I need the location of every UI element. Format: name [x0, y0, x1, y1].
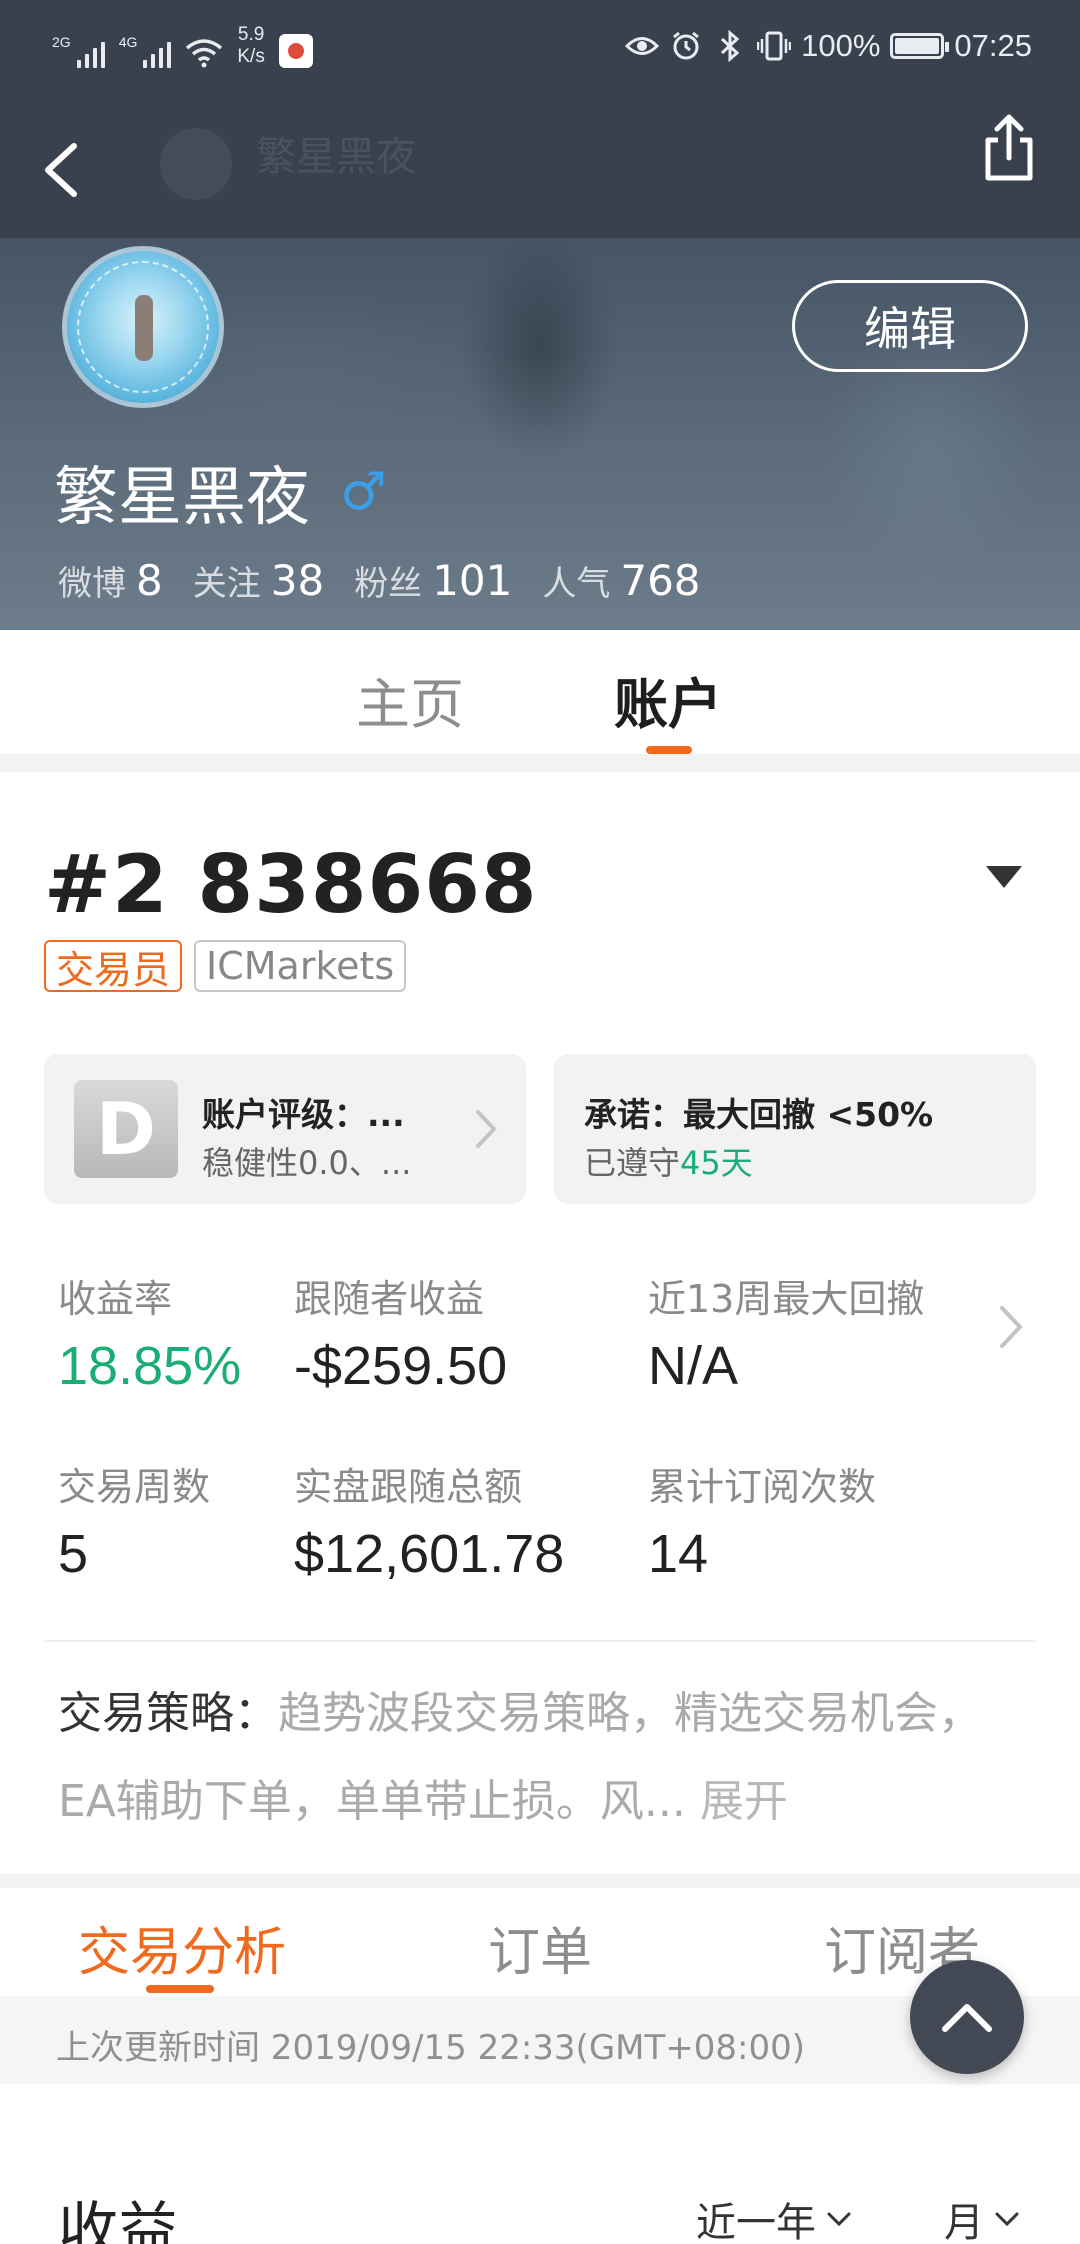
period-filter-value: 近一年: [696, 2200, 816, 2244]
metric-value: 5: [58, 1524, 89, 1584]
chevron-down-icon: [827, 2212, 851, 2227]
signal-label: 4G: [118, 34, 138, 50]
top-tab-bar: 主页 账户: [0, 630, 1080, 754]
tab-account[interactable]: 账户: [614, 660, 722, 739]
metric-follow-total: 实盘跟随总额 $12,601.78: [294, 1456, 564, 1585]
stat-weibo[interactable]: 微博 8: [58, 556, 163, 605]
wifi-icon: [185, 38, 223, 68]
metric-subscriptions: 累计订阅次数 14: [648, 1456, 876, 1585]
vibrate-icon: [757, 29, 792, 63]
metric-value: -$259.50: [294, 1336, 508, 1396]
signal-icon: 2G: [52, 34, 105, 68]
battery-percent: 100%: [801, 28, 881, 63]
male-icon: ♂: [340, 462, 387, 522]
status-bar: 2G 4G 5.9 K/s 100% 07:25: [0, 0, 1080, 96]
period-filter-dropdown[interactable]: 近一年: [696, 2190, 852, 2244]
tab-home[interactable]: 主页: [356, 660, 464, 739]
metric-value: 14: [648, 1524, 709, 1584]
stat-value: 8: [136, 556, 163, 605]
profile-header: 2G 4G 5.9 K/s 100% 07:25 繁星黑夜 编辑 繁星黑夜 ♂ …: [0, 0, 1080, 630]
chevron-right-icon: [476, 1110, 497, 1148]
stat-following[interactable]: 关注 38: [193, 556, 324, 605]
network-speed: 5.9 K/s: [237, 24, 264, 68]
metric-label: 跟随者收益: [294, 1277, 485, 1321]
metric-trading-weeks: 交易周数 5: [58, 1456, 210, 1585]
stat-value: 101: [432, 556, 513, 605]
rating-subtitle: 稳健性0.0、...: [202, 1144, 412, 1182]
unit-filter-dropdown[interactable]: 月: [944, 2190, 1020, 2244]
strategy-label: 交易策略：: [58, 1688, 278, 1739]
metric-follower-profit: 跟随者收益 -$259.50: [294, 1268, 507, 1397]
broker-tag: ICMarkets: [194, 940, 407, 992]
signal-icon: 4G: [119, 34, 172, 68]
account-number: #2 838668: [44, 838, 538, 931]
chevron-down-icon: [995, 2212, 1019, 2227]
avatar[interactable]: [62, 246, 224, 408]
last-update-text: 上次更新时间 2019/09/15 22:33(GMT+08:00): [56, 2028, 806, 2068]
stat-value: 768: [620, 556, 701, 605]
eye-icon: [625, 29, 660, 63]
chevron-right-icon[interactable]: [994, 1300, 1028, 1354]
income-section-title: 收益: [58, 2196, 178, 2244]
faded-title: 繁星黑夜: [256, 134, 416, 180]
share-button[interactable]: [978, 112, 1040, 184]
stat-label: 粉丝: [354, 564, 423, 604]
stat-label: 人气: [542, 564, 611, 604]
metric-value: N/A: [648, 1336, 739, 1396]
stat-label: 关注: [192, 564, 261, 604]
profile-stats: 微博 8 关注 38 粉丝 101 人气 768: [58, 556, 731, 605]
signal-label: 2G: [52, 34, 71, 50]
divider: [44, 1640, 1036, 1642]
rating-title: 账户评级：...: [202, 1095, 405, 1134]
network-speed-value: 5.9: [237, 24, 265, 45]
stat-label: 微博: [58, 564, 126, 604]
chevron-left-icon: [45, 143, 77, 197]
metric-return-rate: 收益率 18.85%: [58, 1268, 241, 1397]
battery-icon: [890, 33, 950, 59]
metric-value: 18.85%: [58, 1336, 242, 1396]
section-divider: [0, 1874, 1080, 1888]
unit-filter-value: 月: [944, 2200, 984, 2244]
promise-title: 承诺：最大回撤 <50%: [584, 1095, 934, 1134]
stat-value: 38: [270, 556, 325, 605]
share-icon: [985, 114, 1033, 181]
expand-link[interactable]: 展开: [700, 1776, 788, 1827]
account-dropdown-icon[interactable]: [986, 866, 1022, 888]
tab-orders[interactable]: 订单: [488, 1910, 592, 1985]
nickname: 繁星黑夜: [54, 461, 310, 535]
header-background-shape: [460, 230, 620, 460]
alarm-icon: [669, 29, 703, 63]
metric-label: 近13周最大回撤: [648, 1277, 925, 1321]
metric-value: $12,601.78: [294, 1524, 565, 1584]
metric-max-drawdown[interactable]: 近13周最大回撤 N/A: [648, 1268, 924, 1397]
trader-tag: 交易员: [44, 940, 183, 992]
metric-label: 实盘跟随总额: [294, 1465, 523, 1509]
trading-strategy: 交易策略：趋势波段交易策略，精选交易机会，EA辅助下单，单单带止损。风... 展…: [58, 1670, 1018, 1846]
metric-label: 收益率: [58, 1277, 173, 1321]
network-speed-unit: K/s: [237, 46, 265, 67]
active-tab-indicator: [146, 1985, 214, 1993]
promise-kept: 已遵守45天: [584, 1138, 753, 1184]
bluetooth-icon: [713, 29, 747, 63]
scroll-to-top-button[interactable]: [910, 1960, 1024, 2074]
section-divider: [0, 754, 1080, 772]
metric-label: 交易周数: [58, 1465, 211, 1509]
promise-card[interactable]: 承诺：最大回撤 <50% 已遵守45天: [554, 1054, 1036, 1204]
promise-kept-days: 45天: [680, 1144, 753, 1182]
chevron-up-icon: [942, 2004, 992, 2032]
edit-profile-button[interactable]: 编辑: [792, 280, 1028, 372]
promise-kept-label: 已遵守: [584, 1144, 681, 1182]
back-button[interactable]: [34, 130, 90, 210]
account-rating-card[interactable]: D 账户评级：... 稳健性0.0、...: [44, 1054, 526, 1204]
tab-trade-analysis[interactable]: 交易分析: [78, 1910, 286, 1985]
app-notification-icon: [278, 34, 313, 68]
grade-badge: D: [74, 1080, 178, 1178]
clock: 07:25: [954, 28, 1032, 63]
active-tab-indicator: [646, 746, 692, 754]
metric-label: 累计订阅次数: [648, 1465, 877, 1509]
stat-followers[interactable]: 粉丝 101: [354, 556, 512, 605]
faded-avatar: [160, 128, 232, 200]
stat-popularity: 人气 768: [542, 556, 700, 605]
